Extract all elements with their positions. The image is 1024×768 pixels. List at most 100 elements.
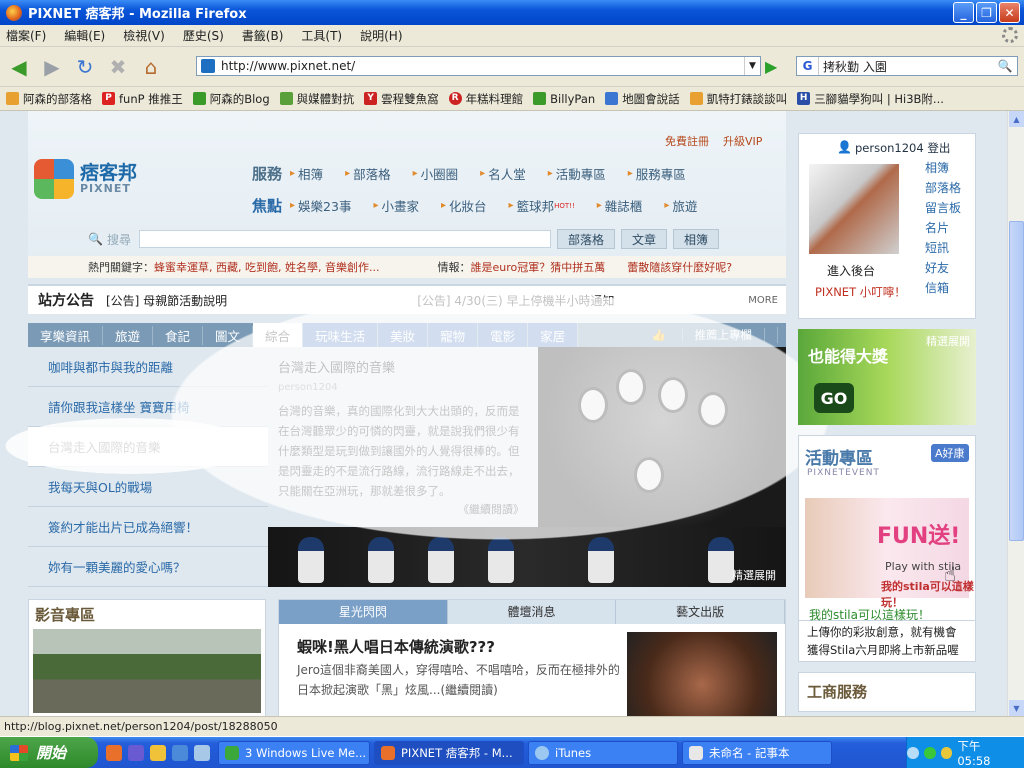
list-item[interactable]: 我每天與OL的戰場 bbox=[28, 467, 268, 507]
user-link[interactable]: 好友 bbox=[925, 258, 961, 278]
clock[interactable]: 下午 05:58 bbox=[957, 738, 1016, 768]
search-article-button[interactable]: 文章 bbox=[620, 229, 667, 249]
forward-arrow-icon[interactable]: ▶ bbox=[37, 52, 67, 82]
band-photo[interactable] bbox=[538, 347, 786, 527]
strip-caption[interactable]: 精選展開 bbox=[732, 567, 776, 583]
menu-help[interactable]: 說明(H) bbox=[360, 27, 402, 44]
bookmark-item[interactable]: BillyPan bbox=[533, 92, 595, 106]
ent-tab[interactable]: 體壇消息 bbox=[448, 600, 617, 624]
bookmark-item[interactable]: 阿森的Blog bbox=[192, 91, 270, 107]
user-avatar[interactable] bbox=[809, 164, 899, 254]
tray-expand-icon[interactable] bbox=[906, 746, 919, 759]
tab-item[interactable]: 圖文 bbox=[203, 325, 254, 345]
list-item[interactable]: 咖啡與都市與我的距離 bbox=[28, 347, 268, 387]
explorer-quicklaunch-icon[interactable] bbox=[194, 744, 210, 761]
task-notepad[interactable]: 未命名 - 記事本 bbox=[682, 740, 832, 765]
restore-button[interactable]: ❐ bbox=[976, 2, 997, 23]
focus-link[interactable]: 雜誌櫃 bbox=[597, 196, 643, 215]
menu-bookmarks[interactable]: 書籤(B) bbox=[242, 27, 284, 44]
service-link[interactable]: 名人堂 bbox=[480, 164, 526, 183]
tab-item[interactable]: 美妝 bbox=[378, 323, 429, 347]
focus-link[interactable]: 娛樂23事 bbox=[290, 196, 351, 215]
ent-headline[interactable]: 蝦咪!黑人唱日本傳統演歌??? bbox=[297, 636, 495, 657]
ent-tab[interactable]: 藝文出版 bbox=[616, 600, 786, 624]
list-item[interactable]: 請你跟我這樣坐 寶寶用椅 bbox=[28, 387, 268, 427]
site-search-input[interactable] bbox=[138, 230, 551, 248]
tab-item[interactable]: 旅遊 bbox=[103, 325, 154, 345]
read-more-link[interactable]: 《繼續閱讀》 bbox=[458, 501, 524, 517]
bookmark-item[interactable]: Y 雲程雙魚窩 bbox=[364, 91, 439, 107]
focus-link[interactable]: 小畫家 bbox=[373, 196, 419, 215]
register-link[interactable]: 免費註冊 bbox=[665, 133, 709, 149]
tab-item[interactable]: 家居 bbox=[528, 323, 579, 347]
search-blog-button[interactable]: 部落格 bbox=[556, 229, 615, 249]
recommend-link[interactable]: 👍 推薦上專欄 bbox=[628, 327, 778, 343]
title-bar[interactable]: PIXNET 痞客邦 - Mozilla Firefox _ ❐ ✕ bbox=[0, 0, 1024, 25]
bookmark-item[interactable]: H 三腳貓學狗叫 | Hi3B附... bbox=[797, 91, 944, 107]
more-link[interactable]: MORE bbox=[748, 295, 778, 306]
bookmark-item[interactable]: PfunP 推推王 bbox=[102, 91, 183, 107]
event-caption[interactable]: 我的stila可以這樣玩！ bbox=[809, 606, 930, 623]
focus-link[interactable]: 旅遊 bbox=[664, 196, 697, 215]
tab-item[interactable]: 享樂資訊 bbox=[28, 325, 104, 345]
url-bar[interactable]: http://www.pixnet.net/ ▼ bbox=[196, 56, 761, 76]
scroll-up-icon[interactable]: ▲ bbox=[1009, 111, 1024, 127]
back-arrow-icon[interactable]: ◀ bbox=[4, 52, 34, 82]
baseball-banner[interactable]: 精選展開 bbox=[268, 527, 786, 587]
article-title[interactable]: 台灣走入國際的音樂 bbox=[278, 357, 528, 376]
go-arrow-icon[interactable]: ▶ bbox=[765, 57, 777, 76]
user-link[interactable]: 留言板 bbox=[925, 198, 961, 218]
service-link[interactable]: 活動專區 bbox=[548, 164, 606, 183]
tab-item[interactable]: 電影 bbox=[478, 323, 529, 347]
focus-link[interactable]: 化妝台 bbox=[441, 196, 487, 215]
google-icon[interactable]: G bbox=[797, 57, 819, 75]
hot-keywords[interactable]: 蜂蜜幸運草, 西藏, 吃到飽, 姓名學, 音樂創作... bbox=[154, 259, 379, 275]
bookmark-item[interactable]: 地圖會說話 bbox=[605, 91, 680, 107]
user-link[interactable]: 短訊 bbox=[925, 238, 961, 258]
task-itunes[interactable]: iTunes bbox=[528, 740, 678, 765]
backend-link[interactable]: 進入後台 bbox=[827, 262, 875, 279]
menu-history[interactable]: 歷史(S) bbox=[183, 27, 224, 44]
url-dropdown-icon[interactable]: ▼ bbox=[744, 57, 760, 75]
user-link[interactable]: 名片 bbox=[925, 218, 961, 238]
search-album-button[interactable]: 相簿 bbox=[673, 229, 720, 249]
start-button[interactable]: 開始 bbox=[0, 737, 98, 768]
firefox-quicklaunch-icon[interactable] bbox=[106, 744, 122, 761]
scroll-down-icon[interactable]: ▼ bbox=[1009, 700, 1024, 716]
bookmark-item[interactable]: R 年糕料理館 bbox=[448, 91, 523, 107]
service-link[interactable]: 相簿 bbox=[290, 164, 323, 183]
service-link[interactable]: 部落格 bbox=[345, 164, 391, 183]
pixnet-logo[interactable]: 痞客邦 PIXNET bbox=[34, 156, 149, 202]
task-firefox[interactable]: PIXNET 痞客邦 - M... bbox=[374, 740, 524, 765]
username[interactable]: person1204 bbox=[855, 141, 924, 155]
menu-file[interactable]: 檔案(F) bbox=[6, 27, 46, 44]
network-icon[interactable] bbox=[923, 746, 936, 759]
user-link[interactable]: 相簿 bbox=[925, 158, 961, 178]
service-link[interactable]: 小圈圈 bbox=[413, 164, 459, 183]
focus-link[interactable]: 籃球邦HOT!! bbox=[509, 196, 575, 215]
promo-banner[interactable]: 也能得大獎 GO 精選展開 bbox=[798, 329, 976, 425]
menu-edit[interactable]: 編輯(E) bbox=[64, 27, 105, 44]
reload-icon[interactable]: ↻ bbox=[70, 52, 100, 82]
menu-view[interactable]: 檢視(V) bbox=[123, 27, 165, 44]
video-thumbnail[interactable] bbox=[33, 629, 261, 713]
event-badge[interactable]: A好康 bbox=[931, 444, 969, 462]
list-item-selected[interactable]: 台灣走入國際的音樂 bbox=[28, 427, 268, 467]
article-author[interactable]: person1204 bbox=[278, 382, 528, 393]
bookmark-item[interactable]: 與媒體對抗 bbox=[279, 91, 354, 107]
ent-photo[interactable] bbox=[627, 632, 777, 716]
tip-link[interactable]: PIXNET 小叮嚀！ bbox=[815, 284, 906, 300]
tab-item[interactable]: 玩味生活 bbox=[303, 323, 379, 347]
search-icon[interactable]: 🔍 bbox=[995, 58, 1015, 74]
menu-tools[interactable]: 工具(T) bbox=[301, 27, 342, 44]
user-link[interactable]: 信箱 bbox=[925, 278, 961, 298]
stop-icon[interactable]: ✖ bbox=[103, 52, 133, 82]
info-text[interactable]: 誰是euro冠軍？猜中拼五萬 蕾散隨該穿什麼好呢? bbox=[470, 259, 732, 275]
go-button[interactable]: GO bbox=[814, 383, 854, 413]
tab-item[interactable]: 食記 bbox=[153, 325, 204, 345]
volume-icon[interactable] bbox=[940, 746, 953, 759]
messenger-quicklaunch-icon[interactable] bbox=[128, 744, 144, 761]
ent-tab[interactable]: 星光閃閃 bbox=[279, 600, 448, 624]
list-item[interactable]: 妳有一顆美麗的愛心嗎？ bbox=[28, 547, 268, 587]
close-button[interactable]: ✕ bbox=[999, 2, 1020, 23]
